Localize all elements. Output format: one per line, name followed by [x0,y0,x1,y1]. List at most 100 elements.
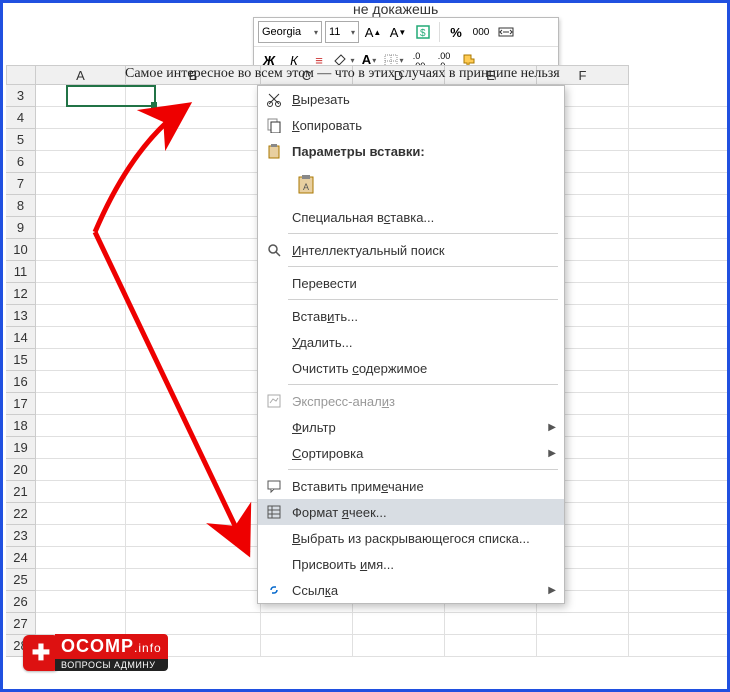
cell[interactable] [126,349,261,371]
cell[interactable] [36,283,126,305]
cell[interactable] [629,503,730,525]
menu-item[interactable]: Ссылка▶ [258,577,564,603]
cell[interactable] [126,591,261,613]
cell[interactable] [629,283,730,305]
cell[interactable] [629,349,730,371]
cell[interactable] [445,635,537,657]
cell[interactable] [36,327,126,349]
cell[interactable] [36,217,126,239]
menu-item[interactable]: Выбрать из раскрывающегося списка... [258,525,564,551]
menu-item[interactable]: Перевести [258,270,564,296]
row-header[interactable]: 9 [6,217,36,239]
cell[interactable] [36,415,126,437]
cell[interactable] [126,371,261,393]
cell[interactable] [629,129,730,151]
cell[interactable] [629,85,730,107]
cell[interactable] [629,613,730,635]
cell[interactable] [629,371,730,393]
cell[interactable] [629,393,730,415]
menu-item[interactable]: Присвоить имя... [258,551,564,577]
comma-style-icon[interactable]: 000 [470,21,492,43]
column-header[interactable]: A [36,65,126,85]
row-header[interactable]: 18 [6,415,36,437]
row-header[interactable]: 7 [6,173,36,195]
cell[interactable] [36,393,126,415]
cell[interactable] [126,261,261,283]
cell[interactable] [126,305,261,327]
selected-cell[interactable] [66,85,156,107]
cell[interactable] [629,459,730,481]
cell[interactable] [629,195,730,217]
row-header[interactable]: 11 [6,261,36,283]
increase-font-icon[interactable]: A▲ [362,21,384,43]
row-header[interactable]: 14 [6,327,36,349]
cell[interactable] [629,547,730,569]
cell[interactable] [126,481,261,503]
cell[interactable] [629,415,730,437]
accounting-format-icon[interactable]: $ [412,21,434,43]
cell[interactable] [126,437,261,459]
row-header[interactable]: 20 [6,459,36,481]
cell[interactable] [36,591,126,613]
menu-item[interactable]: Вставить... [258,303,564,329]
cell[interactable] [36,195,126,217]
cell[interactable] [36,437,126,459]
menu-item[interactable]: Сортировка▶ [258,440,564,466]
cell[interactable] [126,525,261,547]
menu-item[interactable]: Формат ячеек... [258,499,564,525]
percent-icon[interactable]: % [445,21,467,43]
row-header[interactable]: 26 [6,591,36,613]
menu-item[interactable]: Вставить примечание [258,473,564,499]
menu-item[interactable]: Копировать [258,112,564,138]
cell[interactable] [36,569,126,591]
cell[interactable] [126,327,261,349]
menu-item[interactable]: Вырезать [258,86,564,112]
cell[interactable] [353,635,445,657]
paste-default-button[interactable]: A [292,169,322,199]
row-header[interactable]: 25 [6,569,36,591]
cell[interactable] [36,349,126,371]
row-header[interactable]: 6 [6,151,36,173]
cell[interactable] [629,525,730,547]
cell[interactable] [36,503,126,525]
cell[interactable] [353,613,445,635]
menu-item[interactable]: Экспресс-анализ [258,388,564,414]
cell[interactable] [126,107,261,129]
cell[interactable] [126,151,261,173]
row-header[interactable]: 24 [6,547,36,569]
cell[interactable] [36,371,126,393]
cell[interactable] [629,327,730,349]
row-header[interactable]: 23 [6,525,36,547]
menu-item[interactable]: Специальная вставка... [258,204,564,230]
row-header[interactable]: 27 [6,613,36,635]
merge-icon[interactable] [495,21,517,43]
cell[interactable] [629,107,730,129]
cell[interactable] [36,239,126,261]
cell[interactable] [629,239,730,261]
cell[interactable] [629,569,730,591]
row-header[interactable]: 13 [6,305,36,327]
cell[interactable] [36,173,126,195]
row-header[interactable]: 17 [6,393,36,415]
cell[interactable] [36,481,126,503]
row-header[interactable]: 5 [6,129,36,151]
menu-item[interactable]: Удалить... [258,329,564,355]
cell[interactable] [36,525,126,547]
row-header[interactable]: 8 [6,195,36,217]
font-size-dropdown[interactable]: 11▾ [325,21,359,43]
cell[interactable] [126,415,261,437]
cell[interactable] [629,481,730,503]
cell[interactable] [126,129,261,151]
cell[interactable] [537,635,629,657]
font-name-dropdown[interactable]: Georgia▾ [258,21,322,43]
menu-item[interactable]: Интеллектуальный поиск [258,237,564,263]
cell[interactable] [126,569,261,591]
row-header[interactable]: 19 [6,437,36,459]
cell[interactable] [36,261,126,283]
cell[interactable] [629,437,730,459]
cell[interactable] [629,305,730,327]
cell[interactable] [126,239,261,261]
cell[interactable] [36,151,126,173]
cell[interactable] [445,613,537,635]
cell[interactable] [126,547,261,569]
